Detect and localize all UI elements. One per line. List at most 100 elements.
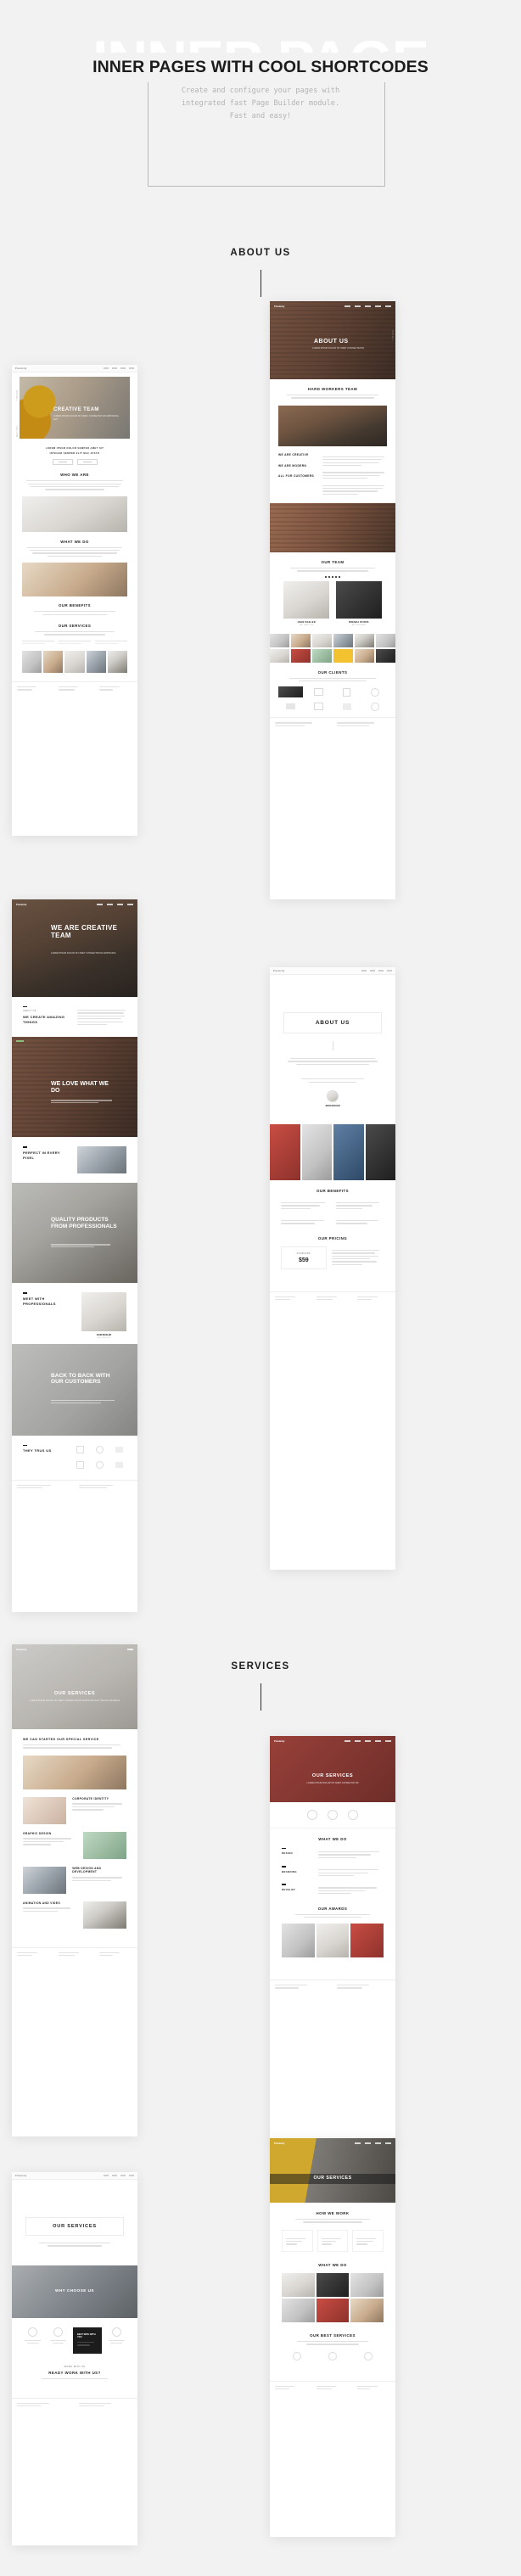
services1-hero-title: OUR SERVICES [53, 1691, 96, 1696]
services2-award-gallery[interactable] [282, 1924, 384, 1958]
client-logo[interactable] [92, 1460, 107, 1470]
services2-awards: OUR AWARDS [270, 1896, 395, 1958]
client-logo[interactable] [362, 686, 387, 697]
step-card[interactable] [317, 2229, 349, 2252]
about1-intro-line-1: LOREM IPSUM DOLOR SEMPER AMET SIT [45, 446, 104, 450]
about2-hero-title: ABOUT US [314, 339, 349, 344]
nav-links[interactable] [104, 367, 134, 369]
about1-block-title-1: WHO WE ARE [60, 473, 89, 478]
feature-card-dark[interactable]: BEST WITH WITH YOU [73, 2327, 102, 2354]
our-work-button[interactable] [76, 458, 98, 466]
mockup-about-4[interactable]: Pixelarity ABOUT US JOHN MAKLER OUR BENE… [270, 967, 395, 1570]
hero-section: INNER PAGE INNER PAGES WITH COOL SHORTCO… [0, 0, 521, 255]
team-member-2[interactable]: BRENDA BURNS ART DESIGNER [336, 581, 382, 626]
service-card[interactable] [22, 640, 54, 645]
about2-gallery[interactable] [270, 633, 395, 663]
client-logo[interactable] [334, 686, 359, 697]
client-logo[interactable] [278, 701, 303, 712]
client-logo[interactable] [112, 1460, 126, 1470]
about1-intro-line-2: INTEGER SEMPER ELIT NEC JUSTO [49, 451, 100, 455]
mock-navbar[interactable]: Pixelarity [274, 305, 391, 308]
step-card[interactable] [282, 2229, 313, 2252]
about1-service-cards[interactable] [22, 640, 127, 645]
service-icon[interactable] [317, 2351, 348, 2360]
hero-overlay [12, 1343, 137, 1436]
client-logo[interactable] [278, 686, 303, 698]
client-logo[interactable] [362, 701, 387, 712]
mockup-about-1[interactable]: Pixelarity CREATIVE TEAM LOREM IPSUM DOL… [12, 365, 137, 836]
nav-links[interactable] [345, 305, 391, 307]
services4-gallery[interactable] [282, 2272, 384, 2322]
client-logo[interactable] [73, 1460, 87, 1470]
nav-links[interactable] [355, 2142, 391, 2144]
hero-overlay [12, 1644, 137, 1729]
about2-team-lines [278, 568, 387, 572]
side-tag-follow: FOLLOW [15, 426, 18, 438]
about3-hero-title: WE ARE CREATIVE TEAM [51, 924, 118, 939]
service-card[interactable] [95, 640, 127, 645]
pricing-card[interactable]: STANDARD $59 [281, 1246, 327, 1269]
mock-navbar[interactable]: Pixelarity [274, 2142, 391, 2145]
team-member-role-1: ART DIRECTOR [299, 624, 314, 626]
client-logo[interactable] [112, 1445, 126, 1455]
mockup-services-4[interactable]: Pixelarity OUR SERVICES HOW WE WORK WHAT… [270, 2138, 395, 2537]
brand-logo: Pixelarity [273, 969, 285, 972]
section-header-about: ABOUT US [0, 248, 521, 297]
services1-row-4: ANIMATION AND VIDEO [12, 1894, 137, 1929]
nav-links[interactable] [345, 1740, 391, 1742]
service-icon[interactable] [282, 2351, 312, 2360]
client-logo[interactable] [73, 1445, 87, 1455]
nav-links[interactable] [104, 2175, 134, 2176]
about3-client-grid[interactable] [73, 1445, 126, 1470]
services3-features[interactable]: BEST WITH WITH YOU [12, 2318, 137, 2354]
about4-hero-title: ABOUT US [283, 1012, 382, 1033]
mock-navbar[interactable]: Pixelarity [16, 1648, 133, 1651]
nav-links[interactable] [361, 970, 392, 972]
person-role: ART DIRECTOR [97, 1336, 111, 1339]
about2-clients: OUR CLIENTS [270, 663, 395, 718]
step-card[interactable] [352, 2229, 384, 2252]
about1-hero-subtitle: LOREM IPSUM DOLOR SIT AMET, CONSECTETUR … [53, 415, 120, 422]
feature-icon[interactable] [328, 1810, 338, 1820]
brand-logo: Pixelarity [274, 1739, 285, 1743]
read-more-button[interactable] [52, 458, 73, 466]
mock-navbar[interactable]: Pixelarity [274, 1739, 391, 1743]
about4-people-gallery[interactable] [270, 1123, 395, 1180]
hero-subtitle: Create and configure your pages with int… [0, 85, 521, 123]
mockup-services-3[interactable]: Pixelarity OUR SERVICES WHY CHOOSE US BE… [12, 2172, 137, 2545]
service-card[interactable] [59, 640, 91, 645]
services1-row-2: GRAPHIC DESIGN [12, 1824, 137, 1859]
side-tag-scroll: SCROLL [15, 390, 18, 402]
feature-card[interactable] [48, 2327, 69, 2354]
client-logo[interactable] [92, 1445, 107, 1455]
about1-what-we-do: WHAT WE DO [12, 532, 137, 557]
services4-block-title-2: WHAT WE DO [318, 2262, 347, 2267]
client-logo[interactable] [334, 701, 359, 712]
about1-gallery[interactable] [22, 651, 127, 674]
services4-service-icons[interactable] [282, 2351, 384, 2360]
service-icon[interactable] [353, 2351, 384, 2360]
feature-card[interactable] [107, 2327, 127, 2354]
client-logo[interactable] [306, 701, 331, 712]
about3-block-7: THEY TRUS US [12, 1436, 137, 1480]
about3-person[interactable]: JOHN MAKLER ART DIRECTOR [81, 1292, 126, 1339]
services4-hero-title: OUR SERVICES [270, 2174, 395, 2184]
mock-browser-bar: Pixelarity [12, 2172, 137, 2180]
mockup-services-2[interactable]: Pixelarity OUR SERVICES LOREM IPSUM DOLO… [270, 1736, 395, 2143]
mockup-services-1[interactable]: Pixelarity OUR SERVICES LOREM IPSUM DOLO… [12, 1644, 137, 2136]
about2-clients-lines [278, 677, 387, 682]
mockup-about-2[interactable]: Pixelarity ABOUT US LOREM IPSUM DOLOR SI… [270, 301, 395, 899]
client-logo-grid[interactable] [278, 686, 387, 712]
services2-icon-row[interactable] [270, 1802, 395, 1828]
team-member-1[interactable]: JOHN MAKLER ART DIRECTOR [283, 581, 329, 626]
feature-icon[interactable] [307, 1810, 317, 1820]
about3-block-title-7: THEY TRUS US [23, 1448, 52, 1453]
mockup-about-3[interactable]: Pixelarity WE ARE CREATIVE TEAM LOREM IP… [12, 899, 137, 1612]
about3-block-1-lines [77, 1010, 126, 1027]
feature-card[interactable] [23, 2327, 43, 2354]
client-logo[interactable] [306, 686, 331, 697]
feature-icon[interactable] [348, 1810, 358, 1820]
section-divider [260, 270, 261, 297]
mock-navbar[interactable]: Pixelarity [16, 903, 133, 906]
services4-steps[interactable] [282, 2229, 384, 2252]
